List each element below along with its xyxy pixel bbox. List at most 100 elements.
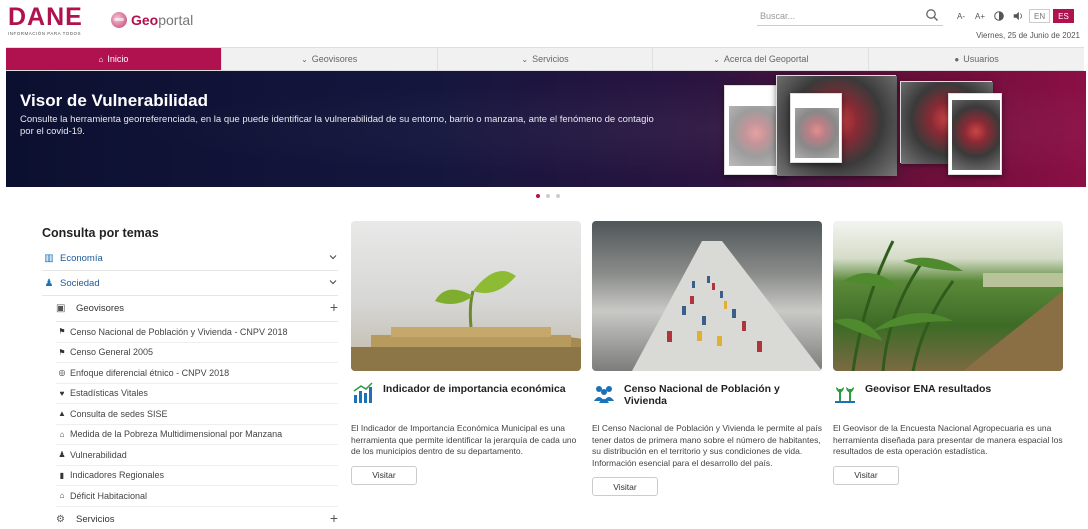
nav-item-geovisores[interactable]: ⌄ Geovisores <box>222 48 438 70</box>
list-item[interactable]: ◎ Enfoque diferencial étnico - CNPV 2018 <box>56 363 338 384</box>
list-item-label: Medida de la Pobreza Multidimensional po… <box>70 429 283 440</box>
chevron-down-icon <box>329 255 337 260</box>
list-item[interactable]: ⚑ Censo General 2005 <box>56 343 338 363</box>
card-ena: Geovisor ENA resultados El Geovisor de l… <box>833 221 1063 485</box>
people-icon <box>594 386 614 403</box>
nav-item-acerca[interactable]: ⌄ Acerca del Geoportal <box>653 48 870 70</box>
cornfield-illustration <box>833 240 1063 371</box>
geoportal-logo[interactable]: Geoportal <box>111 12 193 28</box>
logo-tagline: INFORMACIÓN PARA TODOS <box>8 31 82 36</box>
nav-item-servicios[interactable]: ⌄ Servicios <box>438 48 654 70</box>
visit-button[interactable]: Visitar <box>833 465 899 485</box>
banner-screens-image <box>714 75 1074 183</box>
plus-icon: + <box>329 509 338 526</box>
accessibility-tools: A- A+ EN ES <box>953 9 1074 23</box>
carousel-indicators <box>536 194 560 198</box>
font-increase-button[interactable]: A+ <box>972 9 988 23</box>
servicios-toggle[interactable]: ⚙ Servicios + <box>56 507 338 529</box>
heart-icon: ♥ <box>59 388 65 398</box>
audio-icon[interactable] <box>1010 9 1026 23</box>
card-image[interactable] <box>592 221 822 371</box>
plant-icon <box>835 387 855 403</box>
geoportal-suffix: portal <box>158 12 194 28</box>
screen-mockup <box>790 93 842 163</box>
nav-label: Servicios <box>532 54 569 64</box>
people-icon: ♟ <box>44 277 54 289</box>
carousel-dot[interactable] <box>546 194 550 198</box>
category-label: Sociedad <box>60 277 100 289</box>
chevron-down-icon: ⌄ <box>521 54 529 64</box>
crowd-illustration <box>632 241 822 371</box>
globe-icon: ◎ <box>58 368 66 378</box>
list-item-label: Indicadores Regionales <box>70 470 165 481</box>
themes-title: Consulta por temas <box>42 226 159 240</box>
people-icon: ♟ <box>58 450 66 460</box>
list-item[interactable]: ♟ Vulnerabilidad <box>56 445 338 466</box>
card-title: Geovisor ENA resultados <box>865 383 992 395</box>
nav-label: Acerca del Geoportal <box>723 54 809 64</box>
category-sociedad[interactable]: ♟ Sociedad <box>42 271 338 296</box>
monitor-icon: ▣ <box>56 303 66 314</box>
lang-en-button[interactable]: EN <box>1029 9 1051 23</box>
services-icon: ⚙ <box>56 513 65 525</box>
list-item[interactable]: ♥ Estadísticas Vitales <box>56 384 338 404</box>
chevron-down-icon: ⌄ <box>301 54 308 64</box>
nav-item-inicio[interactable]: ⌂ Inicio <box>6 48 222 70</box>
list-item[interactable]: ▮ Indicadores Regionales <box>56 466 338 486</box>
list-item-label: Vulnerabilidad <box>70 449 127 460</box>
list-item-label: Consulta de sedes SISE <box>70 408 168 419</box>
current-date: Viernes, 25 de Junio de 2021 <box>976 31 1080 40</box>
pin-icon: ⚑ <box>58 327 66 337</box>
search-box <box>757 6 943 26</box>
search-icon[interactable] <box>925 8 939 22</box>
category-economia[interactable]: ▥ Economía <box>42 246 338 271</box>
list-item[interactable]: ⌂ Déficit Habitacional <box>56 486 338 507</box>
card-image[interactable] <box>833 221 1063 371</box>
banner-title: Visor de Vulnerabilidad <box>20 91 208 110</box>
themes-panel: Consulta por temas ▥ Economía ♟ Sociedad… <box>42 226 338 529</box>
list-item-label: Censo Nacional de Población y Vivienda -… <box>70 326 288 337</box>
card-indicador: Indicador de importancia económica El In… <box>351 221 581 485</box>
contrast-icon[interactable] <box>991 9 1007 23</box>
card-description: El Censo Nacional de Población y Viviend… <box>592 423 822 468</box>
carousel-dot[interactable] <box>556 194 560 198</box>
lang-es-button[interactable]: ES <box>1053 9 1074 23</box>
card-description: El Geovisor de la Encuesta Nacional Agro… <box>833 423 1063 456</box>
font-decrease-button[interactable]: A- <box>953 9 969 23</box>
home-icon: ⌂ <box>98 54 104 64</box>
chevron-down-icon: ⌄ <box>713 54 720 64</box>
card-header: Censo Nacional de Población y Vivienda <box>592 381 822 413</box>
chevron-down-icon <box>329 280 337 285</box>
list-item-label: Enfoque diferencial étnico - CNPV 2018 <box>70 367 230 378</box>
card-header: Indicador de importancia económica <box>351 381 581 413</box>
building-icon: ▲ <box>58 409 66 419</box>
geoportal-wordmark: Geoportal <box>131 12 193 28</box>
user-icon: ● <box>954 54 960 64</box>
visit-button[interactable]: Visitar <box>592 477 658 496</box>
list-item[interactable]: ▲ Consulta de sedes SISE <box>56 404 338 425</box>
nav-label: Usuarios <box>963 54 999 64</box>
card-image[interactable] <box>351 221 581 371</box>
servicios-label: Servicios <box>76 513 115 525</box>
card-title: Censo Nacional de Población y Vivienda <box>624 383 780 407</box>
dane-logo[interactable]: DANE INFORMACIÓN PARA TODOS <box>8 3 100 37</box>
list-item[interactable]: ⚑ Censo Nacional de Población y Vivienda … <box>56 322 338 343</box>
globe-icon <box>111 12 127 28</box>
main-nav: ⌂ Inicio ⌄ Geovisores ⌄ Servicios ⌄ Acer… <box>6 47 1084 71</box>
visit-button[interactable]: Visitar <box>351 465 417 485</box>
geovisores-label: Geovisores <box>76 303 125 314</box>
card-title: Indicador de importancia económica <box>383 383 566 395</box>
search-input[interactable] <box>757 7 917 25</box>
card-censo: Censo Nacional de Población y Vivienda E… <box>592 221 822 496</box>
logo-wordmark: DANE <box>8 3 83 31</box>
geovisores-toggle[interactable]: ▣ Geovisores + <box>56 296 338 322</box>
chart-icon: ▥ <box>44 252 54 264</box>
nav-item-usuarios[interactable]: ● Usuarios <box>869 48 1084 70</box>
plus-icon: + <box>329 299 338 315</box>
geoportal-prefix: Geo <box>131 12 159 28</box>
list-item[interactable]: ⌂ Medida de la Pobreza Multidimensional p… <box>56 425 338 445</box>
carousel-dot[interactable] <box>536 194 540 198</box>
hero-banner[interactable]: Visor de Vulnerabilidad Consulte la herr… <box>6 71 1086 187</box>
nav-label: Geovisores <box>311 54 358 64</box>
bars-icon: ▮ <box>59 470 65 480</box>
